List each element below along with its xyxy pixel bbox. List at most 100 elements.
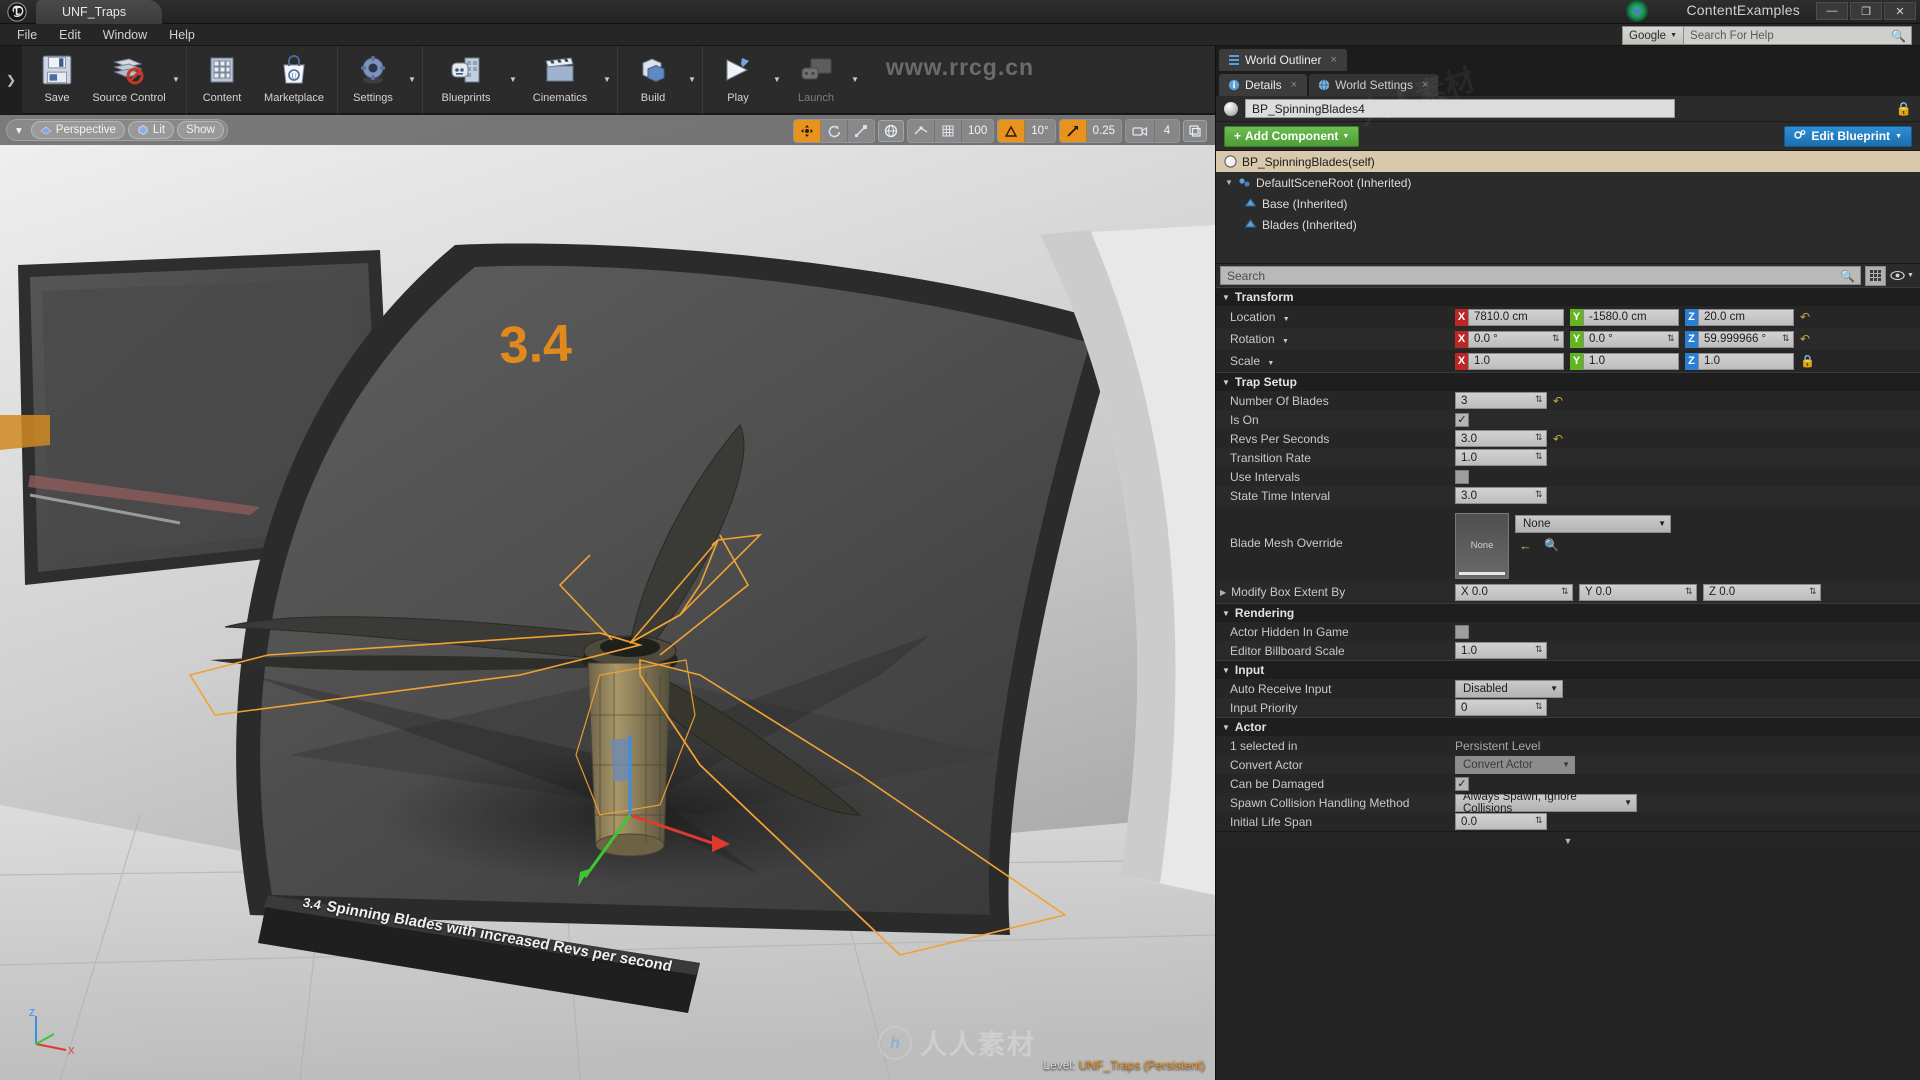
category-input[interactable]: ▼ Input [1216, 660, 1920, 679]
spinner-icon[interactable]: ⇅ [1552, 333, 1561, 345]
viewport-shading-mode-button[interactable]: Lit [127, 121, 175, 139]
find-asset-icon[interactable]: 🔍 [1544, 538, 1559, 553]
grid-size-value[interactable]: 100 [962, 120, 994, 142]
rotation-x-input[interactable]: 0.0 ° ⇅ [1468, 330, 1564, 348]
revs-per-seconds-input[interactable]: 3.0 ⇅ [1455, 430, 1547, 447]
settings-caret-icon[interactable]: ▼ [405, 46, 419, 112]
is-on-checkbox[interactable]: ✓ [1455, 412, 1469, 427]
play-caret-icon[interactable]: ▼ [770, 46, 784, 112]
edit-blueprint-button[interactable]: Edit Blueprint ▼ [1784, 125, 1912, 147]
location-x-field[interactable]: X 7810.0 cm [1455, 308, 1564, 326]
reset-to-default-icon[interactable]: ↶ [1800, 310, 1810, 324]
visibility-eye-icon[interactable]: ▼ [1890, 270, 1916, 281]
add-component-button[interactable]: + Add Component ▼ [1224, 125, 1360, 147]
tab-details[interactable]: Details × [1219, 74, 1308, 96]
rotation-y-field[interactable]: Y 0.0 ° ⇅ [1570, 330, 1679, 348]
scale-x-field[interactable]: X 1.0 [1455, 352, 1564, 370]
blade-mesh-asset-combo[interactable]: None ▼ [1515, 514, 1671, 533]
marketplace-button[interactable]: U Marketplace [254, 46, 334, 112]
component-row-scene-root[interactable]: ▼ DefaultSceneRoot (Inherited) [1216, 172, 1920, 193]
save-button[interactable]: Save [25, 46, 89, 112]
spawn-collision-handling-combo[interactable]: Always Spawn, Ignore Collisions ▼ [1455, 791, 1637, 815]
component-row-self[interactable]: BP_SpinningBlades(self) [1216, 151, 1920, 172]
location-z-input[interactable]: 20.0 cm [1698, 308, 1794, 326]
spinner-icon[interactable]: ⇅ [1685, 586, 1694, 598]
spinner-icon[interactable]: ⇅ [1535, 433, 1544, 444]
menu-window[interactable]: Window [92, 26, 158, 44]
details-expand-more-button[interactable]: ▼ [1216, 831, 1920, 849]
location-z-field[interactable]: Z 20.0 cm [1685, 308, 1794, 326]
scale-y-field[interactable]: Y 1.0 [1570, 352, 1679, 370]
rotation-x-field[interactable]: X 0.0 ° ⇅ [1455, 330, 1564, 348]
number-of-blades-input[interactable]: 3 ⇅ [1455, 392, 1547, 409]
search-engine-selector[interactable]: Google ▼ [1622, 26, 1685, 45]
scale-snap-icon[interactable] [1059, 120, 1087, 142]
level-viewport[interactable]: 3.4 3.4 Spinning Blades with increased Re… [0, 115, 1215, 1080]
use-intervals-checkbox[interactable] [1455, 469, 1469, 484]
scale-z-field[interactable]: Z 1.0 [1685, 352, 1794, 370]
grid-snap-icon[interactable] [935, 120, 963, 142]
modify-box-extent-y-input[interactable]: Y 0.0 ⇅ [1579, 583, 1697, 601]
scale-y-input[interactable]: 1.0 [1583, 352, 1679, 370]
source-control-button[interactable]: Source Control [89, 46, 169, 112]
translate-gizmo-icon[interactable] [794, 120, 822, 142]
details-search-input[interactable]: Search 🔍 [1220, 266, 1861, 285]
maximize-button[interactable]: ❐ [1850, 2, 1882, 20]
maximize-viewport-icon[interactable] [1183, 120, 1207, 142]
rotation-y-input[interactable]: 0.0 ° ⇅ [1583, 330, 1679, 348]
input-priority-input[interactable]: 0 ⇅ [1455, 699, 1547, 716]
viewport-menu-button[interactable]: ▾ [10, 121, 28, 139]
launch-caret-icon[interactable]: ▼ [848, 46, 862, 112]
spinner-icon[interactable]: ⇅ [1535, 452, 1544, 463]
transition-rate-input[interactable]: 1.0 ⇅ [1455, 449, 1547, 466]
close-icon[interactable]: × [1422, 79, 1428, 91]
angle-size-value[interactable]: 10° [1025, 120, 1055, 142]
close-button[interactable]: ✕ [1884, 2, 1916, 20]
chevron-down-icon[interactable]: ▼ [1283, 316, 1290, 323]
world-coordinate-icon[interactable] [878, 120, 905, 142]
spinner-icon[interactable]: ⇅ [1809, 586, 1818, 598]
menu-edit[interactable]: Edit [48, 26, 92, 44]
modify-box-extent-x-input[interactable]: X 0.0 ⇅ [1455, 583, 1573, 601]
scale-size-value[interactable]: 0.25 [1086, 120, 1121, 142]
source-control-caret-icon[interactable]: ▼ [169, 46, 183, 112]
convert-actor-combo[interactable]: Convert Actor ▼ [1455, 755, 1575, 774]
chevron-down-icon[interactable]: ▼ [1282, 338, 1289, 345]
initial-life-span-input[interactable]: 0.0 ⇅ [1455, 813, 1547, 830]
category-actor[interactable]: ▼ Actor [1216, 717, 1920, 736]
spinner-icon[interactable]: ⇅ [1667, 333, 1676, 345]
component-row-blades[interactable]: Blades (Inherited) [1216, 214, 1920, 235]
location-y-input[interactable]: -1580.0 cm [1583, 308, 1679, 326]
actor-name-input[interactable]: BP_SpinningBlades4 [1245, 99, 1675, 118]
launch-button[interactable]: Launch [784, 46, 848, 112]
location-y-field[interactable]: Y -1580.0 cm [1570, 308, 1679, 326]
category-rendering[interactable]: ▼ Rendering [1216, 603, 1920, 622]
spinner-icon[interactable]: ⇅ [1561, 586, 1570, 598]
blueprints-caret-icon[interactable]: ▼ [506, 46, 520, 112]
camera-speed-icon[interactable] [1126, 120, 1155, 142]
rotate-gizmo-icon[interactable] [821, 120, 849, 142]
can-be-damaged-checkbox[interactable]: ✓ [1455, 776, 1469, 791]
lock-icon[interactable]: 🔒 [1896, 101, 1912, 117]
build-caret-icon[interactable]: ▼ [685, 46, 699, 112]
spinner-icon[interactable]: ⇅ [1782, 333, 1791, 345]
state-time-interval-input[interactable]: 3.0 ⇅ [1455, 487, 1547, 504]
scale-gizmo-icon[interactable] [848, 120, 875, 142]
menu-file[interactable]: File [6, 26, 48, 44]
browse-back-icon[interactable]: ← [1519, 538, 1532, 553]
cinematics-button[interactable]: Cinematics [520, 46, 600, 112]
close-icon[interactable]: × [1291, 79, 1297, 91]
component-row-base[interactable]: Base (Inherited) [1216, 193, 1920, 214]
rotation-z-field[interactable]: Z 59.999966 ° ⇅ [1685, 330, 1794, 348]
chevron-right-icon[interactable]: ▶ [1220, 588, 1226, 597]
category-trap-setup[interactable]: ▼ Trap Setup [1216, 372, 1920, 391]
category-transform[interactable]: ▼ Transform [1216, 287, 1920, 306]
build-button[interactable]: Build [621, 46, 685, 112]
scale-z-input[interactable]: 1.0 [1698, 352, 1794, 370]
toolbar-expander[interactable]: ❯ [0, 46, 22, 114]
blueprints-button[interactable]: Blueprints [426, 46, 506, 112]
project-tab[interactable]: UNF_Traps [36, 0, 163, 24]
menu-help[interactable]: Help [158, 26, 206, 44]
angle-snap-icon[interactable] [998, 120, 1026, 142]
actor-hidden-in-game-checkbox[interactable] [1455, 624, 1469, 639]
